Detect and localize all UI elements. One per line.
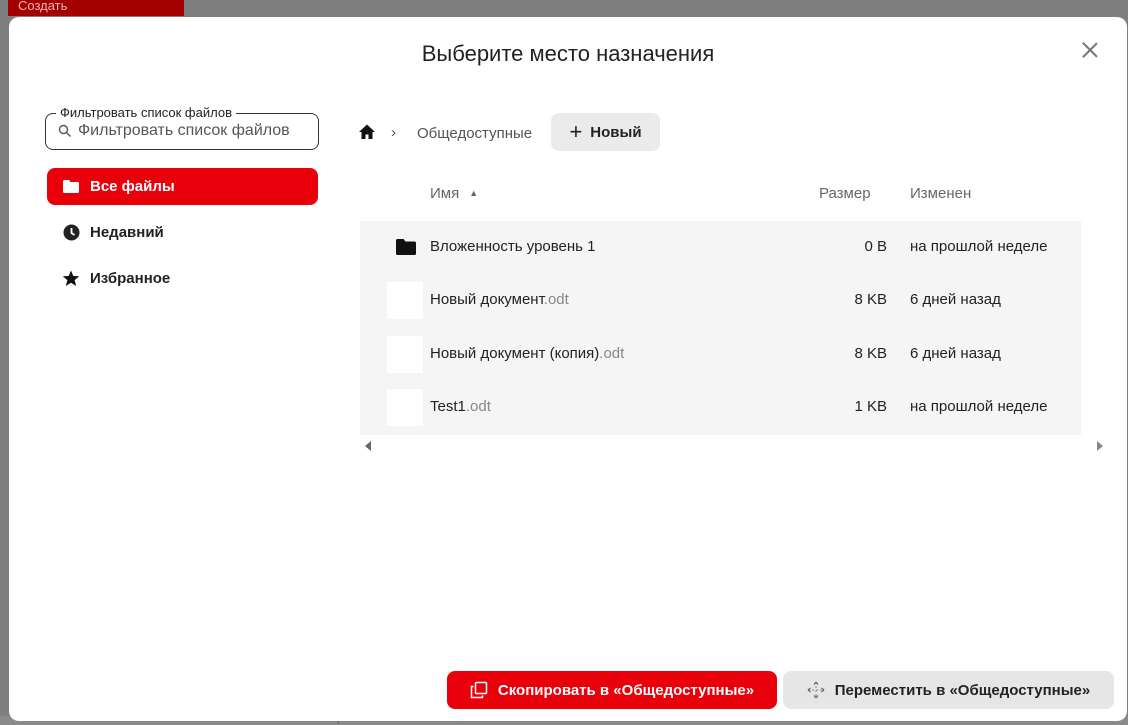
file-thumbnail — [387, 389, 423, 426]
move-icon — [807, 681, 825, 699]
copy-icon — [470, 681, 488, 699]
destination-picker-dialog: Выберите место назначения Фильтровать сп… — [9, 17, 1127, 721]
file-modified: 6 дней назад — [910, 345, 1001, 362]
column-header-size[interactable]: Размер — [819, 185, 871, 202]
home-icon[interactable] — [358, 123, 376, 141]
copy-button-label: Скопировать в «Общедоступные» — [497, 681, 755, 699]
sidebar-item-label: Недавний — [90, 224, 164, 241]
file-size: 8 KB — [854, 291, 887, 308]
new-button-label: Новый — [590, 123, 642, 141]
sidebar-item-recent[interactable]: Недавний — [47, 214, 318, 251]
dialog-title: Выберите место назначения — [421, 41, 715, 66]
sidebar-item-label: Избранное — [90, 270, 171, 287]
sidebar-item-all-files[interactable]: Все файлы — [47, 168, 318, 205]
filter-input[interactable] — [78, 120, 314, 142]
file-name: Вложенность уровень 1 — [430, 238, 596, 255]
scroll-left-arrow-icon[interactable] — [365, 441, 371, 451]
file-size: 8 KB — [854, 345, 887, 362]
plus-icon: + — [569, 119, 583, 144]
star-icon — [62, 270, 80, 288]
table-row[interactable]: Новый документ.odt 8 KB 6 дней назад — [360, 274, 1081, 327]
file-name: Test1.odt — [430, 398, 491, 415]
file-modified: на прошлой неделе — [910, 238, 1048, 255]
folder-icon — [396, 239, 416, 255]
table-row[interactable]: Test1.odt 1 KB на прошлой неделе — [360, 381, 1081, 434]
sidebar-item-label: Все файлы — [90, 178, 175, 195]
file-modified: 6 дней назад — [910, 291, 1001, 308]
column-header-modified[interactable]: Изменен — [910, 185, 971, 202]
new-button[interactable]: + Новый — [551, 113, 660, 151]
table-row[interactable]: Новый документ (копия).odt 8 KB 6 дней н… — [360, 328, 1081, 381]
column-header-name[interactable]: Имя ▲ — [430, 185, 478, 202]
file-thumbnail — [387, 282, 423, 319]
column-header-name-label: Имя — [430, 185, 460, 202]
search-icon — [58, 124, 71, 137]
sort-ascending-icon: ▲ — [469, 188, 479, 198]
move-button[interactable]: Переместить в «Общедоступные» — [783, 671, 1114, 709]
breadcrumb-public[interactable]: Общедоступные — [417, 125, 532, 142]
file-name: Новый документ.odt — [430, 291, 569, 308]
close-icon[interactable] — [1079, 39, 1101, 61]
file-size: 1 KB — [854, 398, 887, 415]
background-create-button: Создать — [8, 0, 184, 16]
table-row[interactable]: Вложенность уровень 1 0 B на прошлой нед… — [360, 221, 1081, 274]
breadcrumb-separator: › — [391, 124, 396, 141]
file-thumbnail — [387, 336, 423, 373]
file-size: 0 B — [864, 238, 887, 255]
file-list: Вложенность уровень 1 0 B на прошлой нед… — [360, 221, 1081, 435]
scroll-right-arrow-icon[interactable] — [1097, 441, 1103, 451]
folder-icon — [62, 178, 80, 196]
copy-button[interactable]: Скопировать в «Общедоступные» — [447, 671, 777, 709]
move-button-label: Переместить в «Общедоступные» — [834, 681, 1091, 699]
sidebar-item-favorites[interactable]: Избранное — [47, 260, 318, 297]
file-name: Новый документ (копия).odt — [430, 345, 625, 362]
filter-field[interactable]: Фильтровать список файлов — [45, 105, 319, 150]
clock-icon — [62, 224, 80, 242]
filter-legend: Фильтровать список файлов — [56, 105, 236, 121]
file-modified: на прошлой неделе — [910, 398, 1048, 415]
